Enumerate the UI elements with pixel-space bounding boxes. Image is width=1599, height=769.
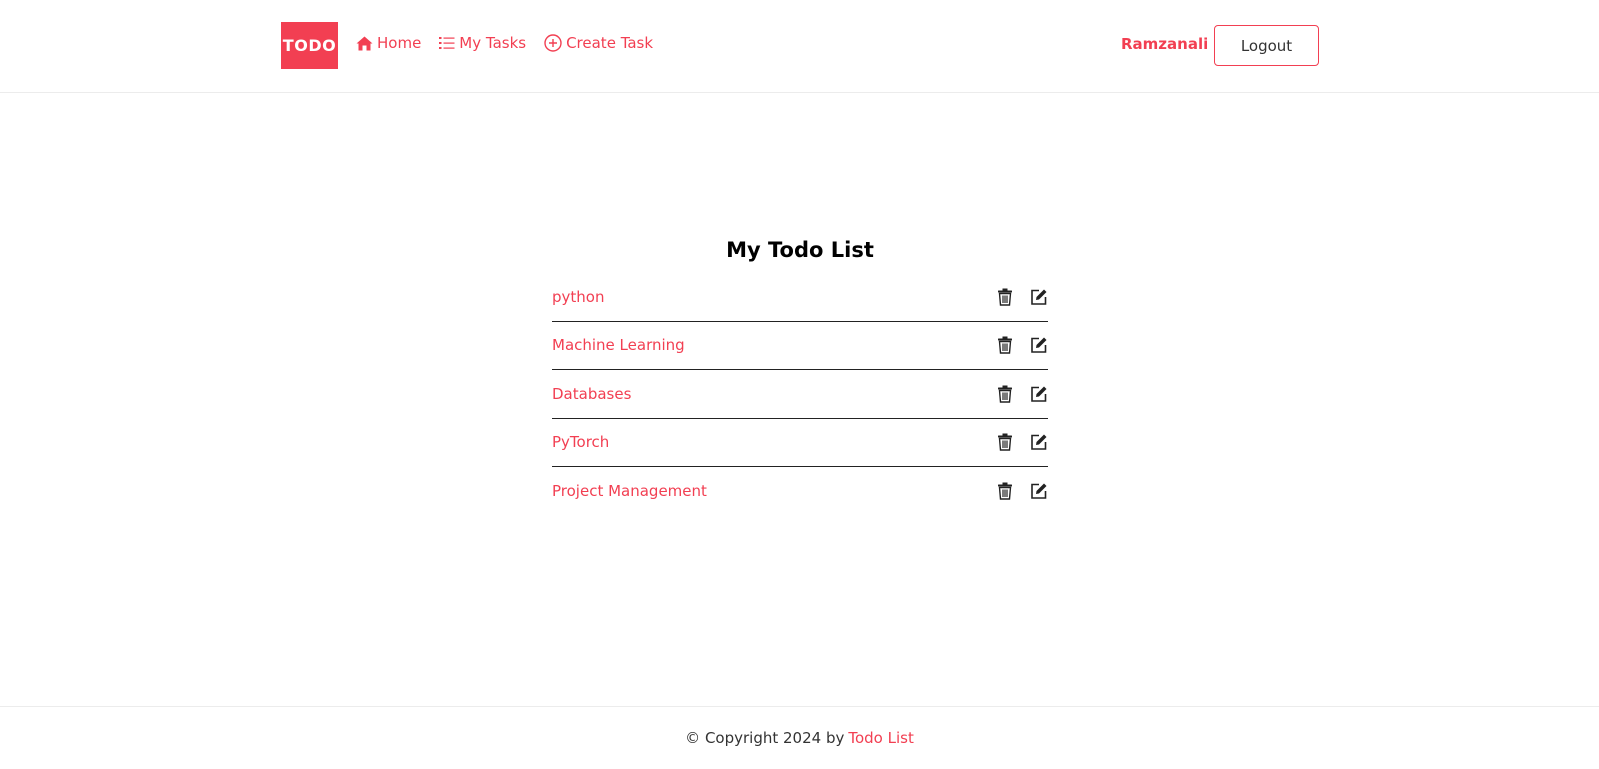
nav-my-tasks-label: My Tasks (459, 34, 527, 52)
todo-actions (996, 482, 1048, 500)
footer-copyright: © Copyright 2024 by (685, 729, 845, 747)
trash-icon[interactable] (996, 385, 1014, 403)
nav-home-link[interactable]: Home (356, 34, 421, 52)
navbar: TODO Home My Tasks Create Task Ramzanali… (0, 0, 1599, 93)
edit-icon[interactable] (1030, 482, 1048, 500)
todo-item: Project Management (552, 467, 1048, 516)
todo-title-link[interactable]: Machine Learning (552, 336, 685, 354)
todo-item: PyTorch (552, 419, 1048, 467)
trash-icon[interactable] (996, 433, 1014, 451)
edit-icon[interactable] (1030, 385, 1048, 403)
todo-title-link[interactable]: Databases (552, 385, 631, 403)
footer-todo-list-link[interactable]: Todo List (848, 729, 913, 747)
todo-item: Machine Learning (552, 322, 1048, 370)
nav-my-tasks-link[interactable]: My Tasks (439, 34, 526, 52)
todo-item: python (552, 273, 1048, 322)
username-label: Ramzanali (1121, 35, 1209, 53)
edit-icon[interactable] (1030, 433, 1048, 451)
todo-actions (996, 336, 1048, 354)
trash-icon[interactable] (996, 482, 1014, 500)
nav-create-task-link[interactable]: Create Task (544, 34, 653, 52)
page-title: My Todo List (726, 238, 874, 262)
todo-item: Databases (552, 370, 1048, 419)
home-icon (356, 36, 373, 51)
todo-actions (996, 433, 1048, 451)
todo-title-link[interactable]: PyTorch (552, 433, 609, 451)
brand-logo[interactable]: TODO (281, 22, 338, 69)
trash-icon[interactable] (996, 288, 1014, 306)
nav-links: Home My Tasks Create Task (356, 34, 653, 52)
trash-icon[interactable] (996, 336, 1014, 354)
edit-icon[interactable] (1030, 336, 1048, 354)
footer: © Copyright 2024 by Todo List (0, 706, 1599, 769)
edit-icon[interactable] (1030, 288, 1048, 306)
plus-circle-icon (544, 34, 562, 52)
nav-create-task-label: Create Task (566, 34, 654, 52)
todo-title-link[interactable]: python (552, 288, 604, 306)
logout-button[interactable]: Logout (1214, 25, 1319, 66)
todo-list: python Machine Learning Databases PyTorc… (552, 273, 1048, 516)
todo-title-link[interactable]: Project Management (552, 482, 707, 500)
todo-actions (996, 288, 1048, 306)
nav-home-label: Home (377, 34, 422, 52)
todo-actions (996, 385, 1048, 403)
list-icon (439, 36, 455, 50)
